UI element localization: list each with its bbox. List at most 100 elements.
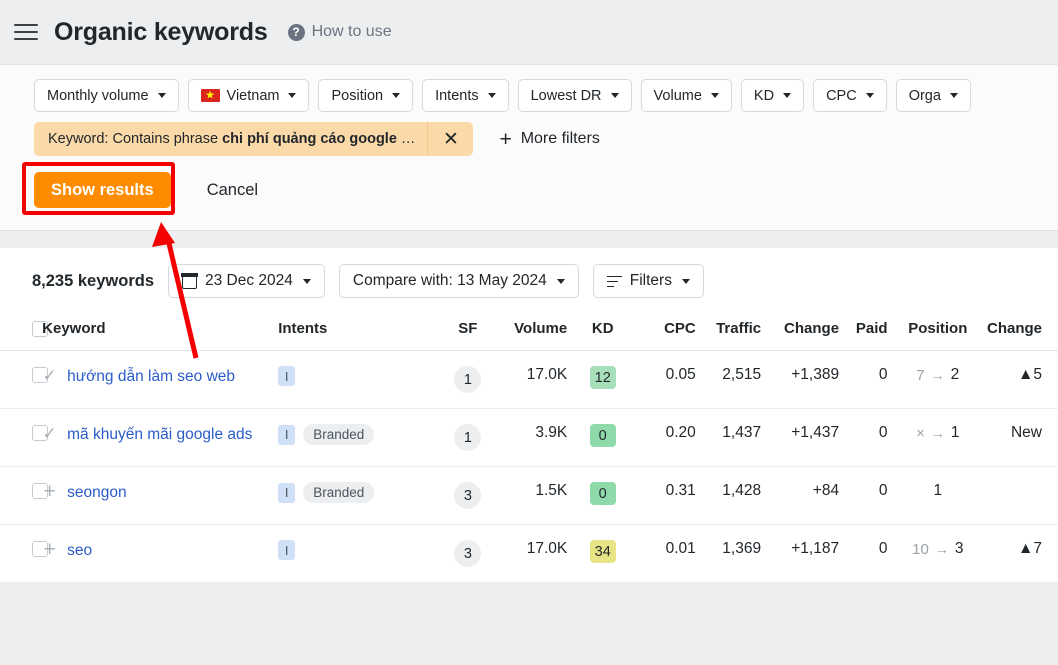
intent-informational-badge: I [278,366,296,387]
question-mark-icon: ? [287,23,305,41]
chevron-down-icon [288,93,297,98]
column-sf[interactable]: SF [438,314,498,352]
keywords-table: Keyword Intents SF Volume KD CPC Traffic… [0,314,1058,584]
kd-cell: 12 [573,350,633,410]
traffic-change-cell: +1,437 [767,408,846,468]
row-select-cell [0,524,48,584]
keyword-link[interactable]: seo [67,540,92,562]
filter-action-row: Show results Cancel [0,162,1058,230]
keyword-filter-chip-label: Keyword: Contains phrase chi phí quảng c… [34,131,427,147]
how-to-use-link[interactable]: ? How to use [287,23,392,41]
filter-volume[interactable]: Volume [640,79,732,112]
traffic-change-cell: +1,187 [767,524,846,584]
traffic-cell: 1,428 [701,466,768,526]
filters-button[interactable]: Filters [592,264,704,298]
position-cell: × → 1 [893,408,983,468]
table-header-row: Keyword Intents SF Volume KD CPC Traffic… [0,314,1058,352]
kd-cell: 0 [573,408,633,468]
sf-badge: 1 [454,424,482,452]
column-paid[interactable]: Paid [845,314,894,352]
filters-icon [606,275,622,288]
filter-kd[interactable]: KD [740,79,805,112]
filter-lowest-dr[interactable]: Lowest DR [517,79,632,112]
check-icon[interactable]: ✓ [42,366,57,386]
more-filters-button[interactable]: + More filters [499,129,599,150]
position-previous: × [916,424,925,442]
filter-position[interactable]: Position [318,79,414,112]
cancel-button[interactable]: Cancel [201,180,264,201]
cpc-cell: 0.20 [632,408,702,468]
column-intents[interactable]: Intents [278,314,439,352]
intent-informational-badge: I [278,482,296,503]
plus-icon[interactable]: + [42,539,57,560]
volume-cell: 3.9K [497,408,574,468]
column-traffic[interactable]: Traffic [701,314,768,352]
table-row[interactable]: ✓ hướng dẫn làm seo web I 1 17.0K 12 0.0… [0,350,1058,410]
filter-monthly-volume-label: Monthly volume [47,87,149,104]
filter-intents-label: Intents [435,87,479,104]
page-title: Organic keywords [54,17,268,46]
keyword-filter-chip[interactable]: Keyword: Contains phrase chi phí quảng c… [34,122,474,156]
plus-icon: + [499,127,512,151]
column-keyword[interactable]: Keyword [42,314,279,352]
results-toolbar: 8,235 keywords 23 Dec 2024 Compare with:… [0,248,1058,314]
plus-icon[interactable]: + [42,481,57,502]
cpc-cell: 0.31 [632,466,702,526]
hamburger-icon[interactable] [14,19,40,45]
filters-button-label: Filters [629,272,672,289]
position-cell: 7 → 2 [893,350,983,410]
position-current: 1 [933,482,943,500]
position-current: 1 [950,424,960,442]
chevron-down-icon [710,93,719,98]
keyword-cell: + seongon [42,466,279,526]
filter-panel: Monthly volume ★ Vietnam Position Intent… [0,64,1058,231]
position-cell: 10 → 3 [893,524,983,584]
date-picker-button[interactable]: 23 Dec 2024 [168,264,325,298]
table-row[interactable]: ✓ mã khuyến mãi google ads I Branded 1 3… [0,408,1058,468]
keyword-link[interactable]: hướng dẫn làm seo web [67,366,235,388]
filter-monthly-volume[interactable]: Monthly volume [34,79,179,112]
column-position[interactable]: Position [893,314,983,352]
keyword-count: 8,235 keywords [32,271,154,290]
close-icon[interactable]: ✕ [427,122,473,156]
filter-kd-label: KD [753,87,775,104]
chevron-down-icon [487,93,496,98]
filter-country-label: Vietnam [226,87,280,104]
traffic-change-cell: +1,389 [767,350,846,410]
column-kd[interactable]: KD [573,314,633,352]
filter-volume-label: Volume [653,87,702,104]
intent-informational-badge: I [278,540,296,561]
filter-country[interactable]: ★ Vietnam [187,79,310,112]
filter-cpc[interactable]: CPC [813,79,887,112]
table-row[interactable]: + seo I 3 17.0K 34 0.01 1,369 +1,187 0 1… [0,524,1058,584]
calendar-icon [181,272,198,289]
volume-cell: 17.0K [497,350,574,410]
compare-with-button[interactable]: Compare with: 13 May 2024 [338,264,579,298]
keyword-link[interactable]: mã khuyến mãi google ads [67,424,252,446]
table-row[interactable]: + seongon I Branded 3 1.5K 0 0.31 1,428 … [0,466,1058,526]
position-current: 3 [954,540,964,558]
chip-suffix: … [396,131,416,147]
position-change-cell: ▲5 [982,350,1058,410]
column-traffic-change[interactable]: Change [767,314,846,352]
position-previous: 7 [916,366,925,384]
show-results-button[interactable]: Show results [34,172,171,208]
kd-cell: 0 [573,466,633,526]
how-to-use-label: How to use [311,23,392,40]
traffic-cell: 2,515 [701,350,768,410]
arrow-right-icon: → [934,541,949,558]
filter-intents[interactable]: Intents [422,79,509,112]
column-cpc[interactable]: CPC [632,314,702,352]
select-all-cell [0,314,48,352]
sf-badge: 3 [454,482,482,510]
keyword-link[interactable]: seongon [67,482,126,504]
kd-badge: 12 [589,366,616,390]
keyword-cell: ✓ mã khuyến mãi google ads [42,408,279,468]
filter-organic-traffic[interactable]: Orga [895,79,971,112]
paid-cell: 0 [845,350,894,410]
column-position-change[interactable]: Change [982,314,1058,352]
column-volume[interactable]: Volume [497,314,574,352]
arrow-right-icon: → [930,367,945,384]
traffic-cell: 1,437 [701,408,768,468]
check-icon[interactable]: ✓ [42,424,57,444]
